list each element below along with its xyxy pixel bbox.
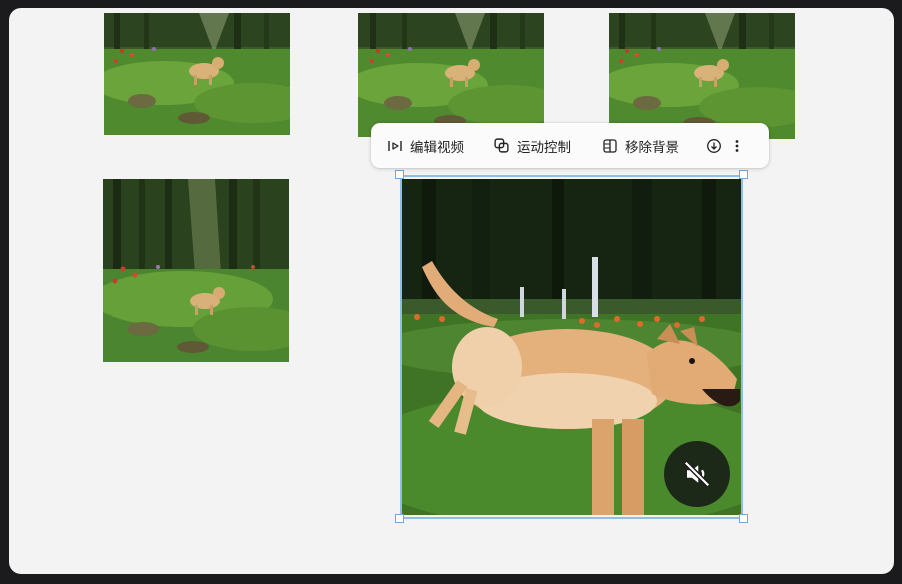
more-options-button[interactable]	[734, 138, 740, 154]
download-icon	[707, 138, 721, 153]
canvas[interactable]: 编辑视频 运动控制 移除背景	[9, 8, 894, 574]
image-thumbnail-3[interactable]	[609, 13, 795, 139]
motion-control-button[interactable]: 运动控制	[493, 136, 571, 156]
edit-video-icon	[388, 140, 402, 151]
resize-handle-top-left[interactable]	[395, 170, 404, 179]
resize-handle-bottom-right[interactable]	[739, 514, 748, 523]
motion-control-label: 运动控制	[517, 139, 571, 156]
forest-dog-image	[104, 13, 290, 135]
motion-control-icon	[494, 138, 509, 153]
image-thumbnail-1[interactable]	[104, 13, 290, 135]
mute-toggle-button[interactable]	[664, 441, 730, 507]
image-thumbnail-2[interactable]	[358, 13, 544, 137]
remove-background-icon	[603, 138, 617, 153]
resize-handle-top-right[interactable]	[739, 170, 748, 179]
edit-video-label: 编辑视频	[410, 139, 464, 156]
forest-dog-image	[609, 13, 795, 139]
forest-dog-image	[103, 179, 289, 362]
forest-dog-image	[358, 13, 544, 137]
muted-speaker-icon	[683, 460, 711, 488]
image-thumbnail-4[interactable]	[103, 179, 289, 362]
remove-background-button[interactable]: 移除背景	[602, 136, 679, 156]
more-vertical-icon	[735, 139, 739, 152]
remove-background-label: 移除背景	[625, 139, 679, 156]
floating-toolbar: 编辑视频 运动控制 移除背景	[371, 123, 769, 168]
resize-handle-bottom-left[interactable]	[395, 514, 404, 523]
download-button[interactable]	[706, 138, 722, 154]
edit-video-button[interactable]: 编辑视频	[387, 136, 464, 156]
